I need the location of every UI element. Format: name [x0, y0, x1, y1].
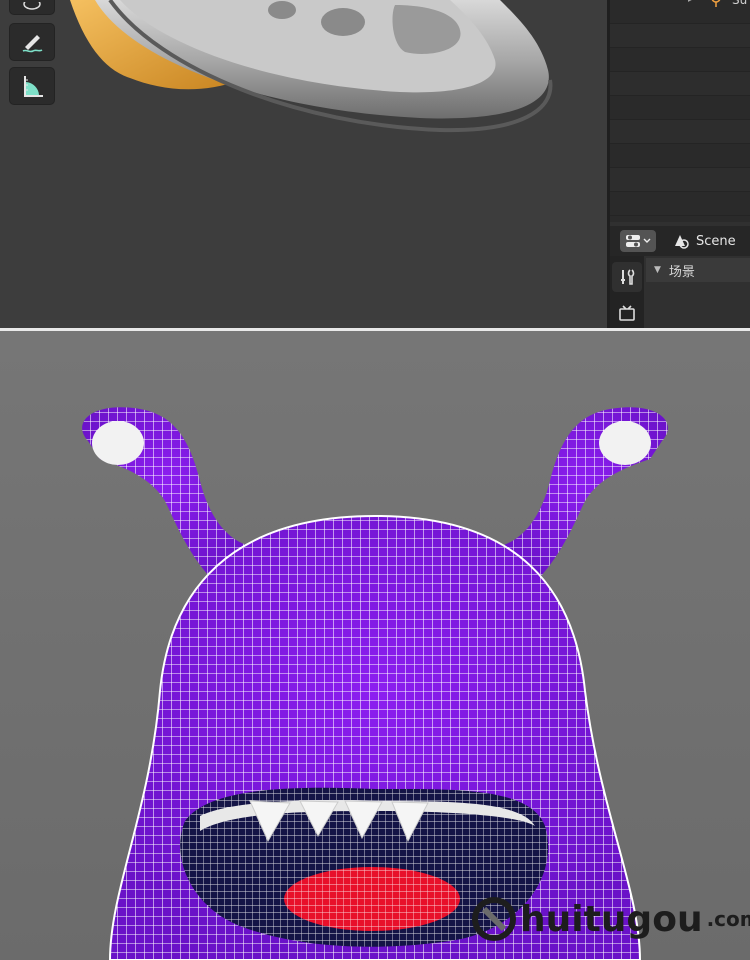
ufo-render [70, 0, 553, 133]
tab-tool[interactable] [612, 262, 642, 292]
watermark-logo: huitugou .com [470, 895, 750, 943]
scene-icon [675, 235, 689, 249]
3d-viewport-top[interactable] [0, 0, 607, 328]
outliner-row[interactable] [610, 24, 750, 48]
outliner-row[interactable] [610, 72, 750, 96]
outliner-row[interactable] [610, 48, 750, 72]
tool-shelf [9, 0, 57, 107]
measure-ruler-icon [24, 76, 43, 97]
outliner-row[interactable] [610, 120, 750, 144]
panel-title: 场景 [668, 264, 695, 280]
outliner-panel: ▸ Su [610, 0, 750, 222]
tab-render[interactable] [612, 298, 642, 328]
properties-tab-column [610, 256, 644, 328]
view-icon [23, 2, 41, 10]
measure-tool-button[interactable] [9, 67, 55, 105]
render-icon [619, 305, 635, 321]
huitugou-logo-icon [472, 897, 516, 941]
editor-type-dropdown[interactable] [620, 230, 656, 252]
outliner-item-label[interactable]: Su [732, 0, 747, 7]
3d-viewport-wireframe[interactable] [0, 331, 750, 960]
watermark-suffix: .com [706, 907, 750, 931]
collapse-arrow-icon: ▼ [654, 265, 661, 275]
light-icon [708, 0, 724, 12]
watermark-brand: huitugou [520, 898, 703, 940]
outliner-row[interactable] [610, 144, 750, 168]
scene-panel-header[interactable]: ▼ 场景 [646, 258, 750, 282]
tool-icon [621, 269, 635, 285]
annotate-pen-icon [22, 35, 43, 53]
scene-context-label[interactable]: Scene [672, 232, 736, 250]
outliner-row[interactable]: ▸ Su [610, 0, 750, 24]
properties-header: Scene [610, 226, 750, 256]
monster-wireframe-render [82, 407, 668, 960]
expand-arrow-icon[interactable]: ▸ [688, 0, 693, 5]
scene-name: Scene [696, 233, 736, 249]
outliner-row[interactable] [610, 168, 750, 192]
outliner-row[interactable] [610, 96, 750, 120]
properties-editor: Scene ▼ 场景 [610, 222, 750, 328]
view-tool-button[interactable] [9, 0, 55, 15]
annotate-tool-button[interactable] [9, 23, 55, 61]
outliner-row[interactable] [610, 192, 750, 216]
top-editor-area: ▸ Su [0, 0, 750, 328]
properties-editor-icon [626, 235, 651, 247]
